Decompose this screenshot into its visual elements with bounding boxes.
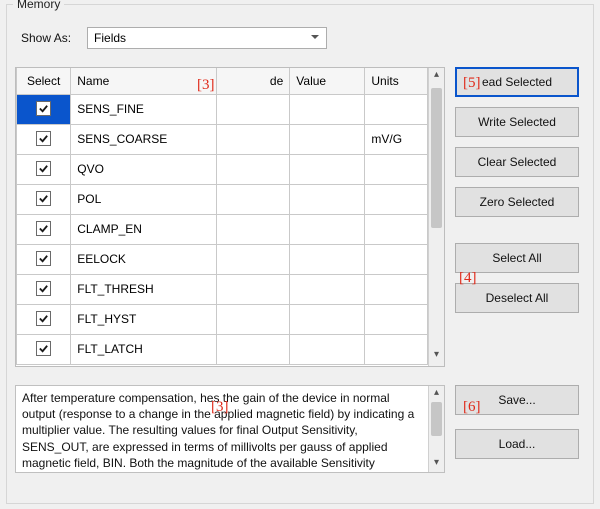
checkbox[interactable] xyxy=(36,221,51,236)
code-cell[interactable] xyxy=(217,244,290,274)
description-pane: After temperature compensation, hes the … xyxy=(15,385,445,473)
checkbox[interactable] xyxy=(36,101,51,116)
fields-table: Select Name de Value Units SENS_FINESENS… xyxy=(15,67,445,367)
select-cell[interactable] xyxy=(17,304,71,334)
scroll-up-icon[interactable]: ▴ xyxy=(429,69,444,85)
name-cell[interactable]: FLT_HYST xyxy=(71,304,217,334)
code-cell[interactable] xyxy=(217,304,290,334)
col-select-header[interactable]: Select xyxy=(17,68,71,94)
units-cell[interactable] xyxy=(365,184,428,214)
code-cell[interactable] xyxy=(217,184,290,214)
table-row[interactable]: SENS_FINE xyxy=(17,94,428,124)
scroll-thumb[interactable] xyxy=(431,402,442,436)
value-cell[interactable] xyxy=(290,274,365,304)
select-cell[interactable] xyxy=(17,124,71,154)
table-header-row: Select Name de Value Units xyxy=(17,68,428,94)
units-cell[interactable] xyxy=(365,244,428,274)
zero-selected-button[interactable]: Zero Selected xyxy=(455,187,579,217)
action-buttons: ead Selected Write Selected Clear Select… xyxy=(455,67,579,313)
code-cell[interactable] xyxy=(217,334,290,364)
select-cell[interactable] xyxy=(17,154,71,184)
select-cell[interactable] xyxy=(17,94,71,124)
checkbox[interactable] xyxy=(36,161,51,176)
checkbox[interactable] xyxy=(36,131,51,146)
code-cell[interactable] xyxy=(217,124,290,154)
units-cell[interactable] xyxy=(365,304,428,334)
read-selected-button[interactable]: ead Selected xyxy=(455,67,579,97)
select-cell[interactable] xyxy=(17,334,71,364)
units-cell[interactable] xyxy=(365,334,428,364)
write-selected-button[interactable]: Write Selected xyxy=(455,107,579,137)
name-cell[interactable]: FLT_LATCH xyxy=(71,334,217,364)
select-cell[interactable] xyxy=(17,184,71,214)
value-cell[interactable] xyxy=(290,334,365,364)
value-cell[interactable] xyxy=(290,154,365,184)
name-cell[interactable]: SENS_FINE xyxy=(71,94,217,124)
select-cell[interactable] xyxy=(17,214,71,244)
value-cell[interactable] xyxy=(290,244,365,274)
table-row[interactable]: SENS_COARSE mV/G xyxy=(17,124,428,154)
checkbox[interactable] xyxy=(36,341,51,356)
value-cell[interactable] xyxy=(290,214,365,244)
code-cell[interactable] xyxy=(217,274,290,304)
value-cell[interactable] xyxy=(290,184,365,214)
show-as-row: Show As: Fields xyxy=(21,27,585,49)
description-text: After temperature compensation, hes the … xyxy=(16,386,428,472)
checkbox[interactable] xyxy=(36,191,51,206)
name-cell[interactable]: FLT_THRESH xyxy=(71,274,217,304)
table-row[interactable]: EELOCK xyxy=(17,244,428,274)
memory-group: Memory Show As: Fields Select Name de Va… xyxy=(6,4,594,504)
show-as-label: Show As: xyxy=(21,31,71,45)
code-cell[interactable] xyxy=(217,94,290,124)
show-as-combo[interactable]: Fields xyxy=(87,27,327,49)
code-cell[interactable] xyxy=(217,214,290,244)
table-row[interactable]: CLAMP_EN xyxy=(17,214,428,244)
name-cell[interactable]: QVO xyxy=(71,154,217,184)
save-button[interactable]: Save... xyxy=(455,385,579,415)
description-scrollbar[interactable]: ▴ ▾ xyxy=(428,386,444,472)
table-row[interactable]: QVO xyxy=(17,154,428,184)
checkbox[interactable] xyxy=(36,251,51,266)
file-buttons: Save... Load... xyxy=(455,385,579,473)
scroll-down-icon[interactable]: ▾ xyxy=(429,457,444,471)
chevron-down-icon xyxy=(310,31,320,45)
code-cell[interactable] xyxy=(217,154,290,184)
units-cell[interactable] xyxy=(365,214,428,244)
col-units-header[interactable]: Units xyxy=(365,68,428,94)
col-name-header[interactable]: Name xyxy=(71,68,217,94)
checkbox[interactable] xyxy=(36,281,51,296)
load-button[interactable]: Load... xyxy=(455,429,579,459)
scroll-up-icon[interactable]: ▴ xyxy=(429,387,444,401)
scroll-thumb[interactable] xyxy=(431,88,442,228)
scroll-down-icon[interactable]: ▾ xyxy=(429,349,444,365)
table-row[interactable]: FLT_LATCH xyxy=(17,334,428,364)
col-value-header[interactable]: Value xyxy=(290,68,365,94)
value-cell[interactable] xyxy=(290,124,365,154)
group-title: Memory xyxy=(13,0,64,11)
name-cell[interactable]: POL xyxy=(71,184,217,214)
select-cell[interactable] xyxy=(17,244,71,274)
show-as-value: Fields xyxy=(94,31,126,45)
units-cell[interactable] xyxy=(365,94,428,124)
table-row[interactable]: FLT_THRESH xyxy=(17,274,428,304)
value-cell[interactable] xyxy=(290,304,365,334)
units-cell[interactable] xyxy=(365,154,428,184)
name-cell[interactable]: EELOCK xyxy=(71,244,217,274)
table-scrollbar[interactable]: ▴ ▾ xyxy=(428,68,444,366)
deselect-all-button[interactable]: Deselect All xyxy=(455,283,579,313)
select-cell[interactable] xyxy=(17,274,71,304)
select-all-button[interactable]: Select All xyxy=(455,243,579,273)
table-row[interactable]: FLT_HYST xyxy=(17,304,428,334)
units-cell[interactable]: mV/G xyxy=(365,124,428,154)
col-code-header[interactable]: de xyxy=(217,68,290,94)
name-cell[interactable]: CLAMP_EN xyxy=(71,214,217,244)
name-cell[interactable]: SENS_COARSE xyxy=(71,124,217,154)
units-cell[interactable] xyxy=(365,274,428,304)
value-cell[interactable] xyxy=(290,94,365,124)
checkbox[interactable] xyxy=(36,311,51,326)
table-row[interactable]: POL xyxy=(17,184,428,214)
clear-selected-button[interactable]: Clear Selected xyxy=(455,147,579,177)
